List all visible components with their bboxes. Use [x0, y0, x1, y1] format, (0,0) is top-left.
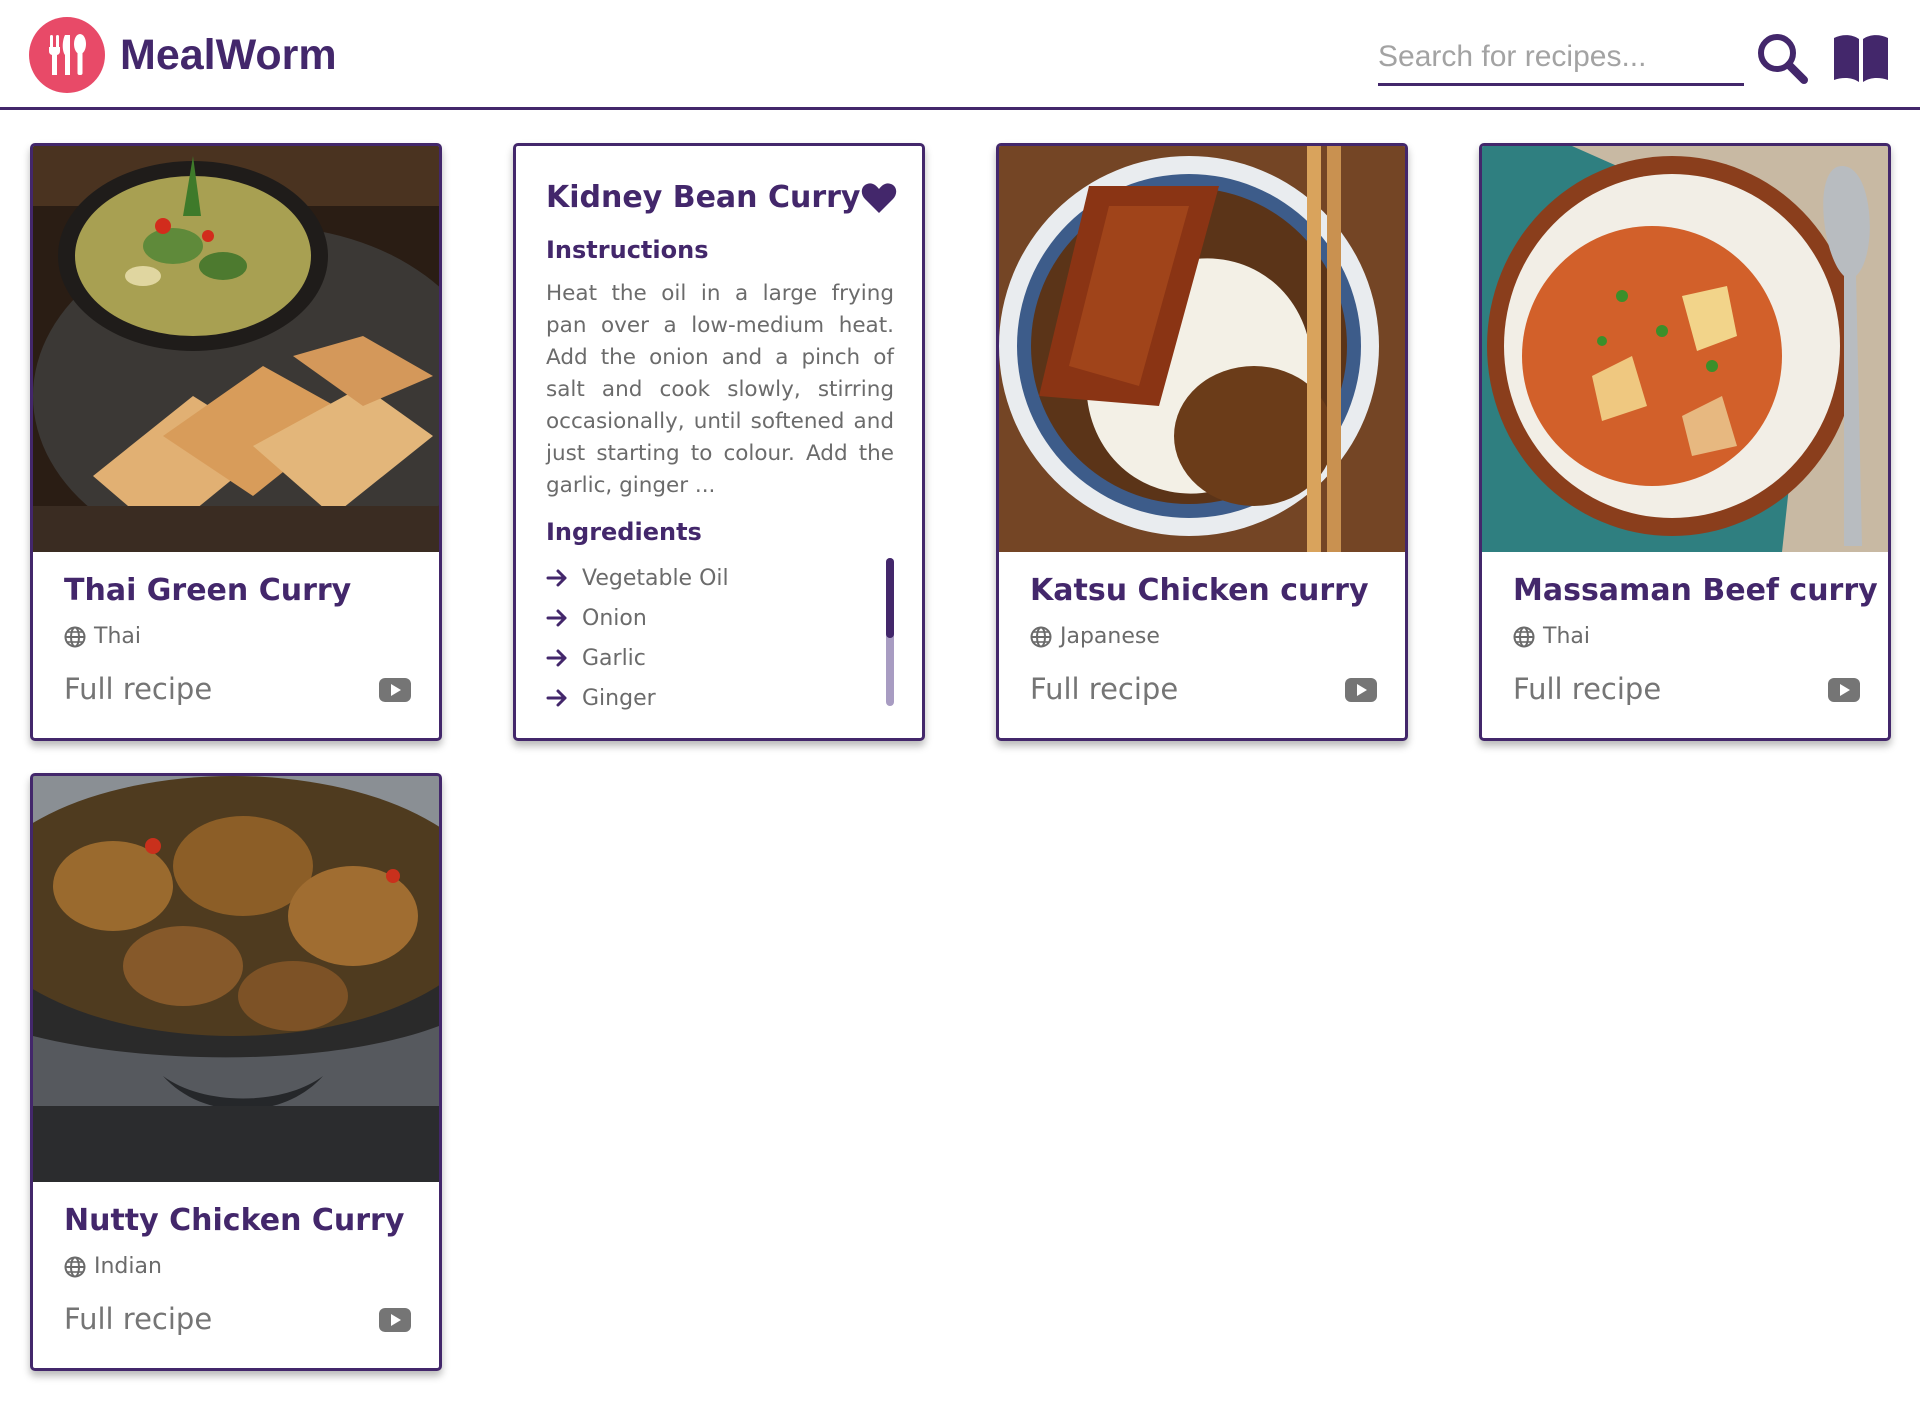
ingredient-name: Vegetable Oil — [582, 565, 729, 591]
list-item: Ginger — [546, 678, 886, 718]
ingredient-name: Garlic — [582, 645, 646, 671]
recipe-card[interactable]: Katsu Chicken curry Japanese Full recipe — [996, 143, 1408, 741]
recipe-title: Kidney Bean Curry — [546, 180, 861, 215]
recipe-card-details[interactable]: Kidney Bean Curry Instructions Heat the … — [513, 143, 925, 741]
arrow-right-icon — [546, 569, 567, 587]
full-recipe-link[interactable]: Full recipe — [1513, 672, 1661, 706]
arrow-right-icon — [546, 649, 567, 667]
youtube-icon[interactable] — [379, 1308, 411, 1332]
arrow-right-icon — [546, 609, 567, 627]
ingredient-name: Ginger — [582, 685, 656, 711]
search-button[interactable] — [1754, 30, 1810, 86]
recipe-title: Nutty Chicken Curry — [64, 1203, 405, 1238]
heart-icon[interactable] — [861, 182, 897, 214]
list-item: Garlic — [546, 638, 886, 678]
instructions-heading: Instructions — [546, 236, 709, 264]
arrow-right-icon — [546, 689, 567, 707]
recipe-card[interactable]: Thai Green Curry Thai Full recipe — [30, 143, 442, 741]
youtube-icon[interactable] — [1828, 678, 1860, 702]
app-header: MealWorm — [0, 0, 1920, 110]
utensils-icon — [48, 34, 86, 75]
recipe-title: Thai Green Curry — [64, 573, 352, 608]
ingredients-list[interactable]: Vegetable Oil Onion Garlic Ginger — [546, 558, 886, 718]
recipe-photo[interactable] — [999, 146, 1405, 552]
cuisine-label: Thai — [64, 624, 141, 649]
full-recipe-link[interactable]: Full recipe — [64, 1302, 212, 1336]
cuisine-text: Japanese — [1060, 624, 1160, 649]
book-open-icon — [1834, 35, 1888, 82]
globe-icon — [64, 1256, 86, 1277]
app-title[interactable]: MealWorm — [120, 30, 337, 80]
full-recipe-link[interactable]: Full recipe — [64, 672, 212, 706]
instructions-text: Heat the oil in a large frying pan over … — [546, 281, 894, 498]
logo[interactable] — [29, 17, 105, 93]
list-item: Vegetable Oil — [546, 558, 886, 598]
search-input[interactable] — [1378, 30, 1744, 86]
recipe-photo[interactable] — [1482, 146, 1888, 552]
globe-icon — [1030, 626, 1052, 647]
full-recipe-link[interactable]: Full recipe — [1030, 672, 1178, 706]
recipe-title: Massaman Beef curry — [1513, 573, 1878, 608]
recipe-photo[interactable] — [33, 776, 439, 1182]
recipe-book-button[interactable] — [1832, 32, 1890, 84]
cuisine-text: Indian — [94, 1254, 162, 1279]
list-item: Onion — [546, 598, 886, 638]
recipe-photo[interactable] — [33, 146, 439, 552]
cuisine-label: Thai — [1513, 624, 1590, 649]
recipe-card[interactable]: Massaman Beef curry Thai Full recipe — [1479, 143, 1891, 741]
ingredients-heading: Ingredients — [546, 518, 702, 546]
youtube-icon[interactable] — [379, 678, 411, 702]
recipe-card[interactable]: Nutty Chicken Curry Indian Full recipe — [30, 773, 442, 1371]
recipe-title: Katsu Chicken curry — [1030, 573, 1369, 608]
ingredient-name: Onion — [582, 605, 647, 631]
cuisine-text: Thai — [94, 624, 141, 649]
youtube-icon[interactable] — [1345, 678, 1377, 702]
cuisine-label: Indian — [64, 1254, 162, 1279]
search-icon — [1758, 34, 1808, 84]
globe-icon — [64, 626, 86, 647]
cuisine-text: Thai — [1543, 624, 1590, 649]
scrollbar-thumb[interactable] — [886, 558, 894, 638]
globe-icon — [1513, 626, 1535, 647]
cuisine-label: Japanese — [1030, 624, 1160, 649]
